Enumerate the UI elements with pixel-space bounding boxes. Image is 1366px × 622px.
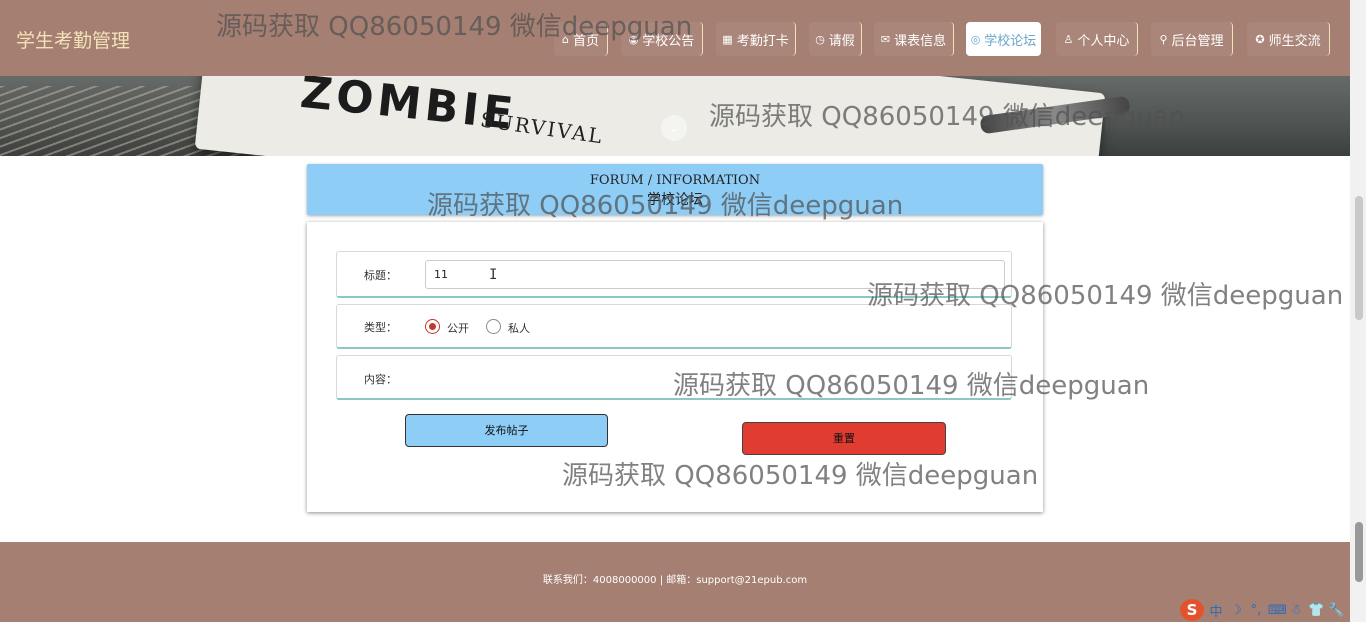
home-icon: ⌂ [562, 32, 569, 46]
nav-announcements[interactable]: ◉ 学校公告 [621, 22, 703, 56]
nav-label: 首页 [572, 33, 599, 49]
nav-leave[interactable]: ◷ 请假 [809, 22, 862, 56]
forum-icon: ◎ [970, 32, 981, 46]
radio-private[interactable] [486, 319, 501, 334]
radio-private-label[interactable]: 私人 [508, 320, 530, 336]
ime-keyboard-icon[interactable]: ⌨ [1268, 603, 1287, 618]
reset-button[interactable]: 重置 [742, 422, 946, 455]
ime-punctuation-icon[interactable]: °, [1248, 603, 1264, 618]
footer: 联系我们：4008000000 | 邮箱：support@21epub.com [0, 542, 1350, 622]
nav-forum[interactable]: ◎ 学校论坛 [966, 22, 1041, 56]
nav-home[interactable]: ⌂ 首页 [554, 22, 608, 56]
forum-title-zh: 学校论坛 [647, 192, 703, 208]
nav-label: 学校论坛 [984, 33, 1037, 49]
type-row: 类型： 公开 私人 [336, 304, 1012, 349]
top-navbar: 学生考勤管理 ⌂ 首页 ◉ 学校公告 ▦ 考勤打卡 ◷ 请假 ✉ 课表信息 ◎ … [0, 0, 1350, 76]
calendar-icon: ▦ [722, 32, 733, 46]
type-label: 类型： [364, 321, 397, 334]
chevron-down-icon[interactable]: ⌄ [661, 115, 687, 141]
title-row: 标题： 11 I [336, 251, 1012, 298]
ime-chinese-mode-icon[interactable]: 中 [1208, 601, 1224, 620]
scrollbar-thumb[interactable] [1355, 196, 1363, 320]
ime-skin-icon[interactable]: 👕 [1308, 603, 1324, 618]
publish-post-button[interactable]: 发布帖子 [405, 414, 608, 447]
nav-label: 个人中心 [1077, 33, 1130, 49]
post-form-card: 标题： 11 I 类型： 公开 私人 内容： 发布帖子 重置 [307, 222, 1043, 512]
globe-icon: ◉ [628, 32, 639, 46]
mail-icon: ✉ [880, 32, 891, 46]
nav-attendance-checkin[interactable]: ▦ 考勤打卡 [716, 22, 796, 56]
text-cursor-icon: I [489, 267, 498, 283]
nav-label: 课表信息 [894, 33, 947, 49]
footer-contact: 联系我们：4008000000 | 邮箱：support@21epub.com [542, 575, 808, 586]
title-label: 标题： [364, 269, 397, 282]
scrollbar-thumb-secondary[interactable] [1355, 522, 1363, 582]
nav-label: 考勤打卡 [736, 33, 789, 49]
user-icon: ♙ [1063, 32, 1074, 46]
ime-toolbar: S 中 ☽ °, ⌨ ☃ 👕 🔧 [1180, 598, 1344, 622]
nav-admin[interactable]: ⚲ 后台管理 [1151, 22, 1233, 56]
chat-icon: ✪ [1255, 32, 1265, 46]
nav-label: 师生交流 [1268, 33, 1321, 49]
brand-title[interactable]: 学生考勤管理 [16, 26, 130, 53]
nav-personal-center[interactable]: ♙ 个人中心 [1056, 22, 1138, 56]
sogou-logo-icon[interactable]: S [1180, 599, 1204, 621]
nav-teacher-student-chat[interactable]: ✪ 师生交流 [1247, 22, 1330, 56]
nav-label: 学校公告 [642, 33, 695, 49]
forum-section-header: FORUM / INFORMATION 学校论坛 [307, 164, 1043, 215]
clock-icon: ◷ [815, 32, 825, 46]
link-icon: ⚲ [1159, 32, 1168, 46]
radio-public-label[interactable]: 公开 [447, 320, 469, 336]
nav-label: 后台管理 [1171, 33, 1224, 49]
hero-banner: ZOMBIE SURVIVAL ⌄ [0, 76, 1350, 156]
content-row: 内容： [336, 355, 1012, 400]
ime-user-icon[interactable]: ☃ [1288, 603, 1304, 618]
content-label: 内容： [364, 373, 397, 386]
forum-title-en: FORUM / INFORMATION [589, 173, 761, 188]
ime-settings-icon[interactable]: 🔧 [1328, 603, 1344, 618]
radio-public[interactable] [425, 319, 440, 334]
page: 学生考勤管理 ⌂ 首页 ◉ 学校公告 ▦ 考勤打卡 ◷ 请假 ✉ 课表信息 ◎ … [0, 0, 1366, 622]
nav-schedule[interactable]: ✉ 课表信息 [874, 22, 954, 56]
ime-moon-icon[interactable]: ☽ [1228, 603, 1244, 618]
title-input[interactable]: 11 [425, 260, 1005, 289]
nav-label: 请假 [828, 33, 855, 49]
